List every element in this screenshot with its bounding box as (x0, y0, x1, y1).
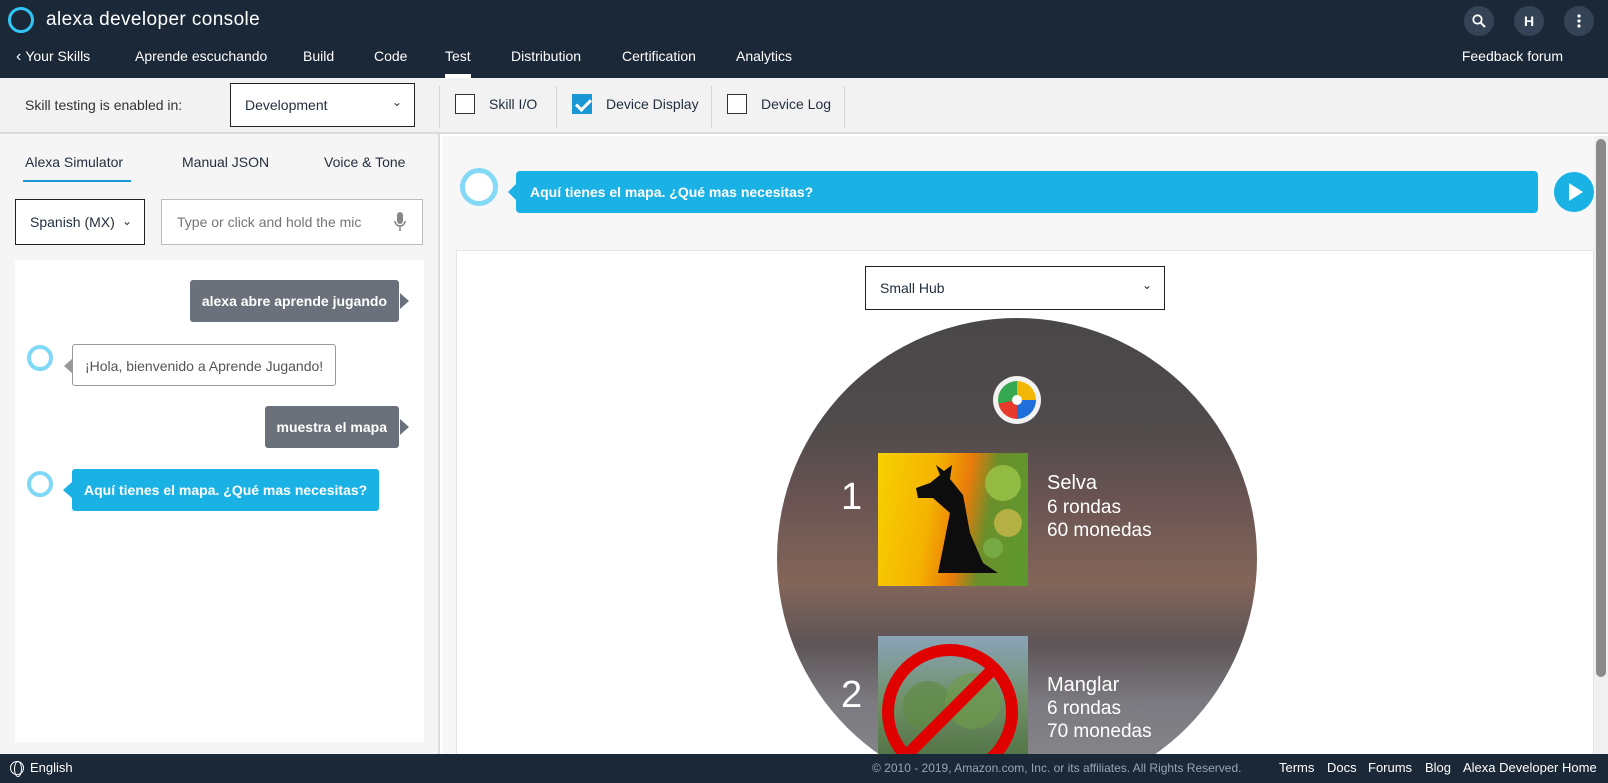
nav-distribution[interactable]: Distribution (511, 48, 581, 78)
alexa-ring-icon (27, 345, 53, 371)
top-bar: alexa developer console H ‹ Your Skills A… (0, 0, 1608, 78)
divider (711, 86, 712, 128)
simulator-panel: Alexa Simulator Manual JSON Voice & Tone… (0, 134, 440, 754)
tab-alexa-simulator[interactable]: Alexa Simulator (22, 154, 132, 182)
search-button[interactable] (1464, 6, 1494, 36)
user-message: alexa abre aprende jugando (189, 280, 410, 322)
microphone-icon[interactable] (393, 211, 407, 233)
manglar-image[interactable] (878, 636, 1028, 759)
user-avatar-button[interactable]: H (1514, 6, 1544, 36)
selva-image[interactable] (878, 453, 1028, 586)
device-type-value: Small Hub (880, 280, 945, 296)
device-type-select[interactable]: Small Hub ⌄ (865, 266, 1165, 310)
device-display-label: Device Display (606, 96, 699, 112)
footer-language: English (30, 760, 73, 775)
language-select[interactable]: Spanish (MX) ⌄ (15, 199, 145, 245)
copyright: © 2010 - 2019, Amazon.com, Inc. or its a… (872, 761, 1242, 775)
footer-link-blog[interactable]: Blog (1425, 760, 1451, 775)
tab-manual-json[interactable]: Manual JSON (182, 154, 269, 170)
nav-analytics[interactable]: Analytics (736, 48, 792, 78)
conversation-log: alexa abre aprende jugando ¡Hola, bienve… (15, 260, 424, 742)
nav-code[interactable]: Code (374, 48, 407, 78)
language-select-value: Spanish (MX) (30, 214, 115, 230)
alexa-message: ¡Hola, bienvenido a Aprende Jugando! (63, 344, 337, 386)
chevron-down-icon: ⌄ (391, 95, 402, 109)
locked-no-entry-icon (882, 644, 1018, 759)
device-log-label: Device Log (761, 96, 832, 112)
device-display: Small Hub ⌄ 1 Selva 6 rondas 60 monedas … (456, 250, 1594, 760)
footer-link-docs[interactable]: Docs (1327, 760, 1357, 775)
language-switcher[interactable]: English (10, 760, 73, 777)
divider (844, 86, 845, 128)
device-output-panel: Aquí tienes el mapa. ¿Qué mas necesitas?… (442, 136, 1594, 760)
skill-logo-icon (993, 376, 1041, 424)
divider (439, 86, 440, 128)
alexa-logo-icon (8, 7, 34, 33)
nav-certification[interactable]: Certification (622, 48, 696, 78)
main-nav: ‹ Your Skills Aprende escuchando Build Co… (0, 44, 1608, 78)
header-actions: H (1464, 6, 1594, 36)
test-settings-bar: Skill testing is enabled in: Development… (0, 78, 1608, 134)
small-hub-screen: 1 Selva 6 rondas 60 monedas 2 Manglar 6 … (777, 318, 1257, 759)
level-rounds: 6 rondas (1047, 497, 1121, 518)
scrollbar-thumb[interactable] (1596, 139, 1606, 677)
footer-link-developer-home[interactable]: Alexa Developer Home (1463, 760, 1597, 775)
giraffe-silhouette-icon (916, 465, 1022, 573)
vertical-dots-icon (1577, 14, 1581, 28)
stage-select-value: Development (245, 97, 328, 113)
simulator-tabs: Alexa Simulator Manual JSON Voice & Tone (0, 134, 440, 184)
nav-your-skills[interactable]: ‹ Your Skills (16, 48, 90, 78)
level-coins: 60 monedas (1047, 520, 1152, 541)
testing-enabled-label: Skill testing is enabled in: (25, 97, 183, 113)
stage-select[interactable]: Development ⌄ (230, 83, 415, 127)
chevron-down-icon: ⌄ (121, 214, 132, 228)
app-title: alexa developer console (46, 9, 261, 30)
tab-voice-tone[interactable]: Voice & Tone (324, 154, 405, 170)
checkbox-checked-icon[interactable] (572, 94, 592, 114)
nav-back-label: Your Skills (25, 48, 91, 64)
alexa-ring-icon (27, 471, 53, 497)
divider (556, 86, 557, 128)
alexa-ring-icon (460, 168, 498, 206)
more-menu-button[interactable] (1564, 6, 1594, 36)
skill-io-checkbox[interactable]: Skill I/O (455, 94, 537, 114)
level-coins: 70 monedas (1047, 721, 1152, 742)
search-icon (1472, 14, 1486, 28)
nav-build[interactable]: Build (303, 48, 334, 78)
level-number: 1 (841, 476, 863, 518)
level-title: Manglar (1047, 674, 1120, 696)
user-message: muestra el mapa (264, 406, 409, 448)
nav-skill-name[interactable]: Aprende escuchando (135, 48, 267, 78)
scrollbar[interactable] (1594, 136, 1608, 754)
alexa-response-bubble: Aquí tienes el mapa. ¿Qué mas necesitas? (508, 171, 1538, 213)
checkbox-box[interactable] (727, 94, 747, 114)
chevron-down-icon: ⌄ (1141, 278, 1152, 292)
brand[interactable]: alexa developer console (8, 6, 260, 34)
utterance-input[interactable] (161, 199, 423, 245)
globe-icon (10, 760, 24, 777)
device-display-checkbox[interactable]: Device Display (572, 94, 699, 114)
skill-io-label: Skill I/O (489, 96, 538, 112)
footer-link-terms[interactable]: Terms (1279, 760, 1314, 775)
footer: English © 2010 - 2019, Amazon.com, Inc. … (0, 754, 1608, 783)
footer-link-forums[interactable]: Forums (1368, 760, 1412, 775)
feedback-forum-link[interactable]: Feedback forum (1462, 48, 1563, 78)
nav-test[interactable]: Test (445, 48, 471, 78)
device-log-checkbox[interactable]: Device Log (727, 94, 831, 114)
level-title: Selva (1047, 472, 1098, 494)
level-rounds: 6 rondas (1047, 698, 1121, 719)
level-number: 2 (841, 674, 863, 716)
checkbox-box[interactable] (455, 94, 475, 114)
alexa-message-latest: Aquí tienes el mapa. ¿Qué mas necesitas? (62, 469, 380, 511)
play-button[interactable] (1554, 172, 1594, 212)
chevron-left-icon: ‹ (16, 48, 22, 65)
